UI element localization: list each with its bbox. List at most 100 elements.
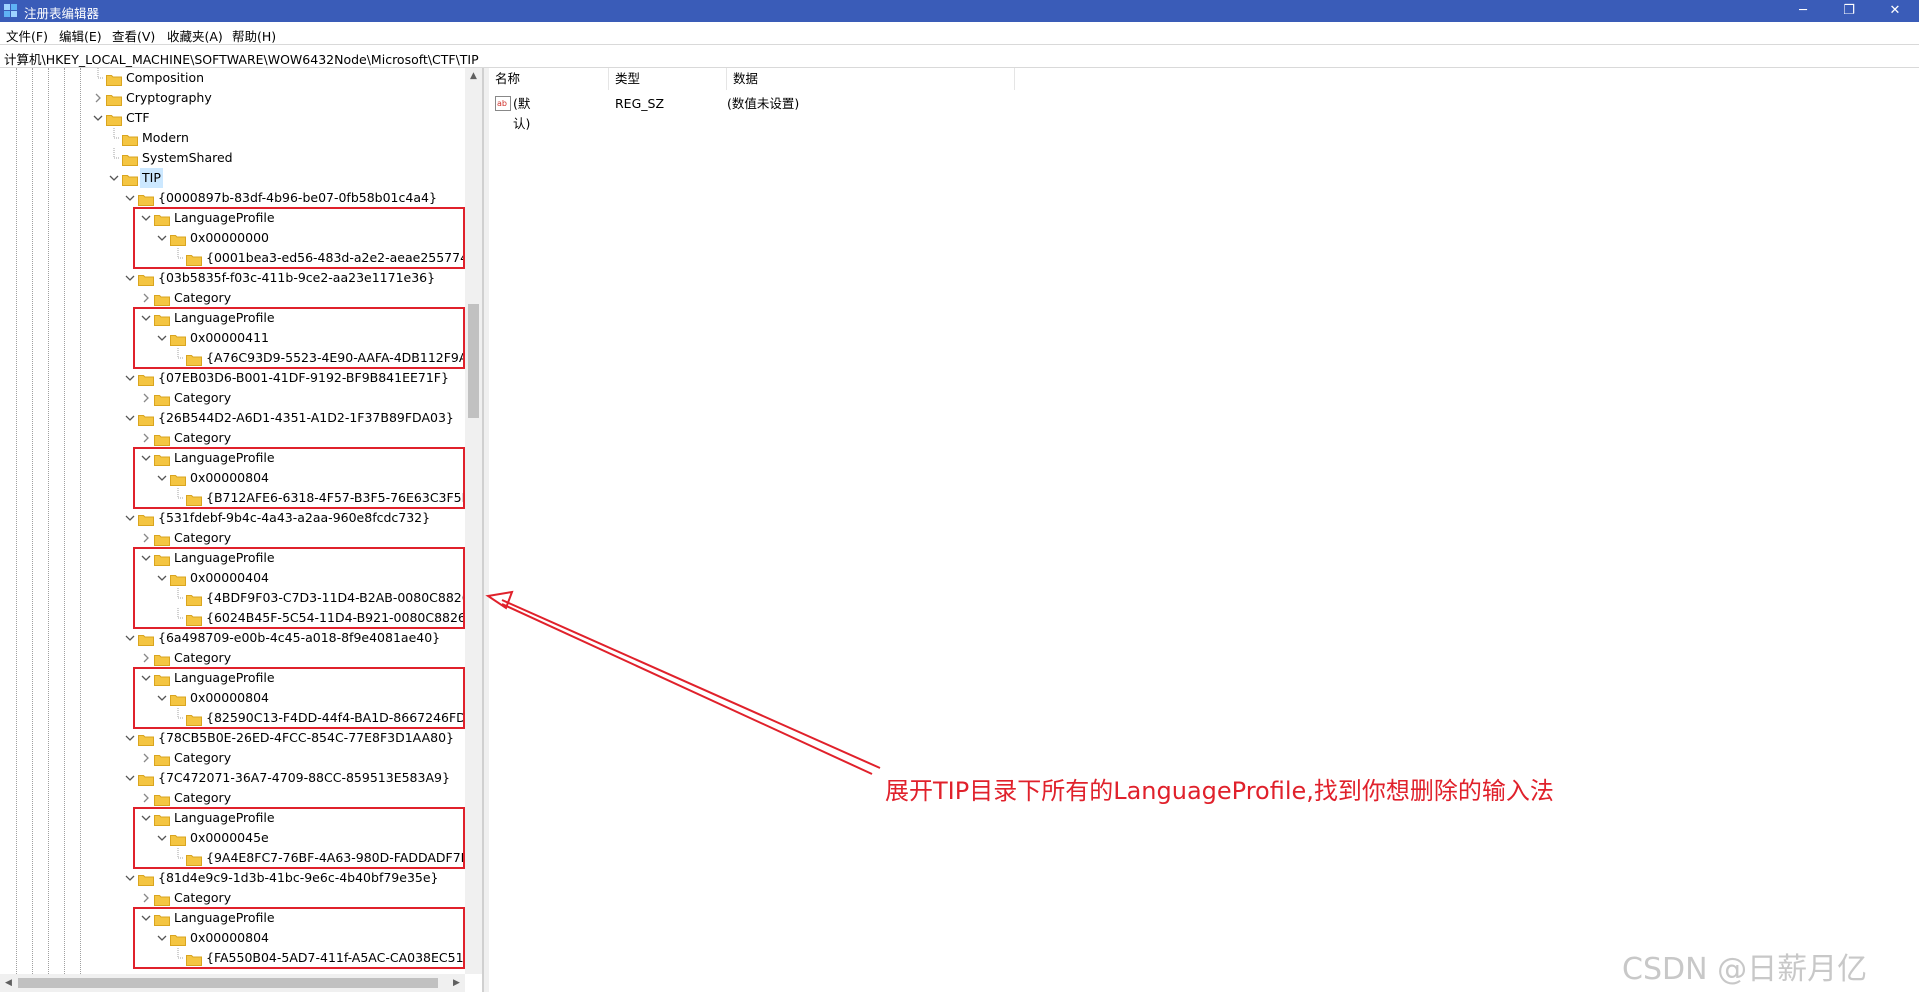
- column-header-name[interactable]: 名称: [489, 68, 609, 90]
- tree-node[interactable]: Category: [0, 648, 465, 668]
- tree-vertical-scrollbar[interactable]: ▲: [465, 68, 482, 974]
- tree-node-label: {07EB03D6-B001-41DF-9192-BF9B841EE71F}: [158, 370, 449, 385]
- scroll-thumb[interactable]: [468, 304, 479, 418]
- chevron-down-icon[interactable]: [124, 868, 136, 888]
- restore-button[interactable]: ❐: [1826, 0, 1872, 22]
- tree-node[interactable]: {6a498709-e00b-4c45-a018-8f9e4081ae40}: [0, 628, 465, 648]
- tree-node[interactable]: Modern: [0, 128, 465, 148]
- chevron-down-icon[interactable]: [108, 168, 120, 188]
- tree-node-label: {531fdebf-9b4c-4a43-a2aa-960e8fcdc732}: [158, 510, 431, 525]
- tree-node-label: {03b5835f-f03c-411b-9ce2-aa23e1171e36}: [158, 270, 436, 285]
- chevron-right-icon[interactable]: [140, 528, 152, 548]
- chevron-right-icon[interactable]: [140, 748, 152, 768]
- chevron-right-icon[interactable]: [140, 388, 152, 408]
- chevron-right-icon[interactable]: [140, 888, 152, 908]
- folder-icon: [138, 772, 154, 786]
- chevron-down-icon[interactable]: [124, 728, 136, 748]
- address-bar[interactable]: 计算机\HKEY_LOCAL_MACHINE\SOFTWARE\WOW6432N…: [0, 44, 1919, 68]
- scroll-left-arrow-icon[interactable]: ◀: [0, 974, 17, 992]
- close-button[interactable]: ✕: [1872, 0, 1918, 22]
- menu-favorites[interactable]: 收藏夹(A): [167, 26, 223, 45]
- chevron-down-icon[interactable]: [92, 108, 104, 128]
- tree-node[interactable]: CTF: [0, 108, 465, 128]
- chevron-right-icon[interactable]: [140, 428, 152, 448]
- chevron-right-icon[interactable]: [92, 88, 104, 108]
- tree-node-label: {81d4e9c9-1d3b-41bc-9e6c-4b40bf79e35e}: [158, 870, 439, 885]
- folder-icon: [122, 132, 138, 146]
- tree-node[interactable]: Category: [0, 888, 465, 908]
- folder-icon: [122, 172, 138, 186]
- folder-icon: [154, 792, 170, 806]
- folder-icon: [154, 292, 170, 306]
- chevron-right-icon[interactable]: [140, 288, 152, 308]
- chevron-right-icon[interactable]: [140, 648, 152, 668]
- folder-icon: [154, 532, 170, 546]
- tree-horizontal-scrollbar[interactable]: ◀ ▶: [0, 974, 465, 992]
- svg-text:ab: ab: [497, 99, 507, 108]
- folder-icon: [106, 72, 122, 86]
- tree-node[interactable]: TIP: [0, 168, 465, 188]
- tree-node-label: {7C472071-36A7-4709-88CC-859513E583A9}: [158, 770, 450, 785]
- column-header-data[interactable]: 数据: [727, 68, 1015, 90]
- tree-node[interactable]: Composition: [0, 68, 465, 88]
- address-path[interactable]: 计算机\HKEY_LOCAL_MACHINE\SOFTWARE\WOW6432N…: [4, 49, 479, 68]
- value-name: (默认): [513, 96, 531, 131]
- tree-node[interactable]: {81d4e9c9-1d3b-41bc-9e6c-4b40bf79e35e}: [0, 868, 465, 888]
- folder-icon: [106, 112, 122, 126]
- folder-icon: [154, 752, 170, 766]
- hscroll-thumb[interactable]: [18, 978, 438, 988]
- minimize-button[interactable]: ─: [1780, 0, 1826, 22]
- chevron-down-icon[interactable]: [124, 508, 136, 528]
- regedit-app-icon: [4, 4, 17, 17]
- chevron-down-icon[interactable]: [124, 268, 136, 288]
- tree-node[interactable]: {26B544D2-A6D1-4351-A1D2-1F37B89FDA03}: [0, 408, 465, 428]
- folder-icon: [106, 92, 122, 106]
- tree-node[interactable]: Category: [0, 428, 465, 448]
- chevron-down-icon[interactable]: [124, 628, 136, 648]
- tree-node[interactable]: {0000897b-83df-4b96-be07-0fb58b01c4a4}: [0, 188, 465, 208]
- chevron-down-icon[interactable]: [124, 408, 136, 428]
- tree-node[interactable]: Category: [0, 288, 465, 308]
- tree-node[interactable]: SystemShared: [0, 148, 465, 168]
- tree-node[interactable]: Category: [0, 748, 465, 768]
- column-header-type[interactable]: 类型: [609, 68, 727, 90]
- tree-node[interactable]: Category: [0, 788, 465, 808]
- menu-file[interactable]: 文件(F): [6, 26, 48, 45]
- tree-connector: [92, 68, 104, 88]
- tree-node[interactable]: {78CB5B0E-26ED-4FCC-854C-77E8F3D1AA80}: [0, 728, 465, 748]
- tree-guide-line: [16, 68, 17, 992]
- tree-node-label: Category: [174, 530, 232, 545]
- tree-node[interactable]: Cryptography: [0, 88, 465, 108]
- tree-node-label: Category: [174, 790, 232, 805]
- tree-node[interactable]: Category: [0, 388, 465, 408]
- tree-node[interactable]: {7C472071-36A7-4709-88CC-859513E583A9}: [0, 768, 465, 788]
- menu-edit[interactable]: 编辑(E): [59, 26, 102, 45]
- tree-connector: [108, 128, 120, 148]
- folder-icon: [138, 272, 154, 286]
- tree-node-label: Category: [174, 890, 232, 905]
- tree-node-label: Category: [174, 290, 232, 305]
- key-tree-pane[interactable]: Composition Cryptography CTF Modern SystemSh…: [0, 68, 483, 992]
- menu-view[interactable]: 查看(V): [112, 26, 155, 45]
- tree-node-label: SystemShared: [142, 150, 233, 165]
- tree-node-label: Category: [174, 750, 232, 765]
- folder-icon: [138, 732, 154, 746]
- scroll-right-arrow-icon[interactable]: ▶: [448, 974, 465, 992]
- chevron-down-icon[interactable]: [124, 188, 136, 208]
- folder-icon: [122, 152, 138, 166]
- value-data: (数值未设置): [727, 96, 800, 111]
- scroll-up-arrow-icon[interactable]: ▲: [465, 68, 482, 85]
- tree-node[interactable]: {03b5835f-f03c-411b-9ce2-aa23e1171e36}: [0, 268, 465, 288]
- tree-node[interactable]: {531fdebf-9b4c-4a43-a2aa-960e8fcdc732}: [0, 508, 465, 528]
- values-list-pane[interactable]: 名称 类型 数据 ab (默认) REG_SZ (数值未设置): [489, 68, 1919, 992]
- tree-connector: [108, 148, 120, 168]
- chevron-down-icon[interactable]: [124, 768, 136, 788]
- tree-node[interactable]: {07EB03D6-B001-41DF-9192-BF9B841EE71F}: [0, 368, 465, 388]
- chevron-down-icon[interactable]: [124, 368, 136, 388]
- tree-node-label: Cryptography: [126, 90, 212, 105]
- menu-help[interactable]: 帮助(H): [232, 26, 276, 45]
- highlight-box: [133, 547, 465, 629]
- chevron-right-icon[interactable]: [140, 788, 152, 808]
- folder-icon: [138, 872, 154, 886]
- tree-node[interactable]: Category: [0, 528, 465, 548]
